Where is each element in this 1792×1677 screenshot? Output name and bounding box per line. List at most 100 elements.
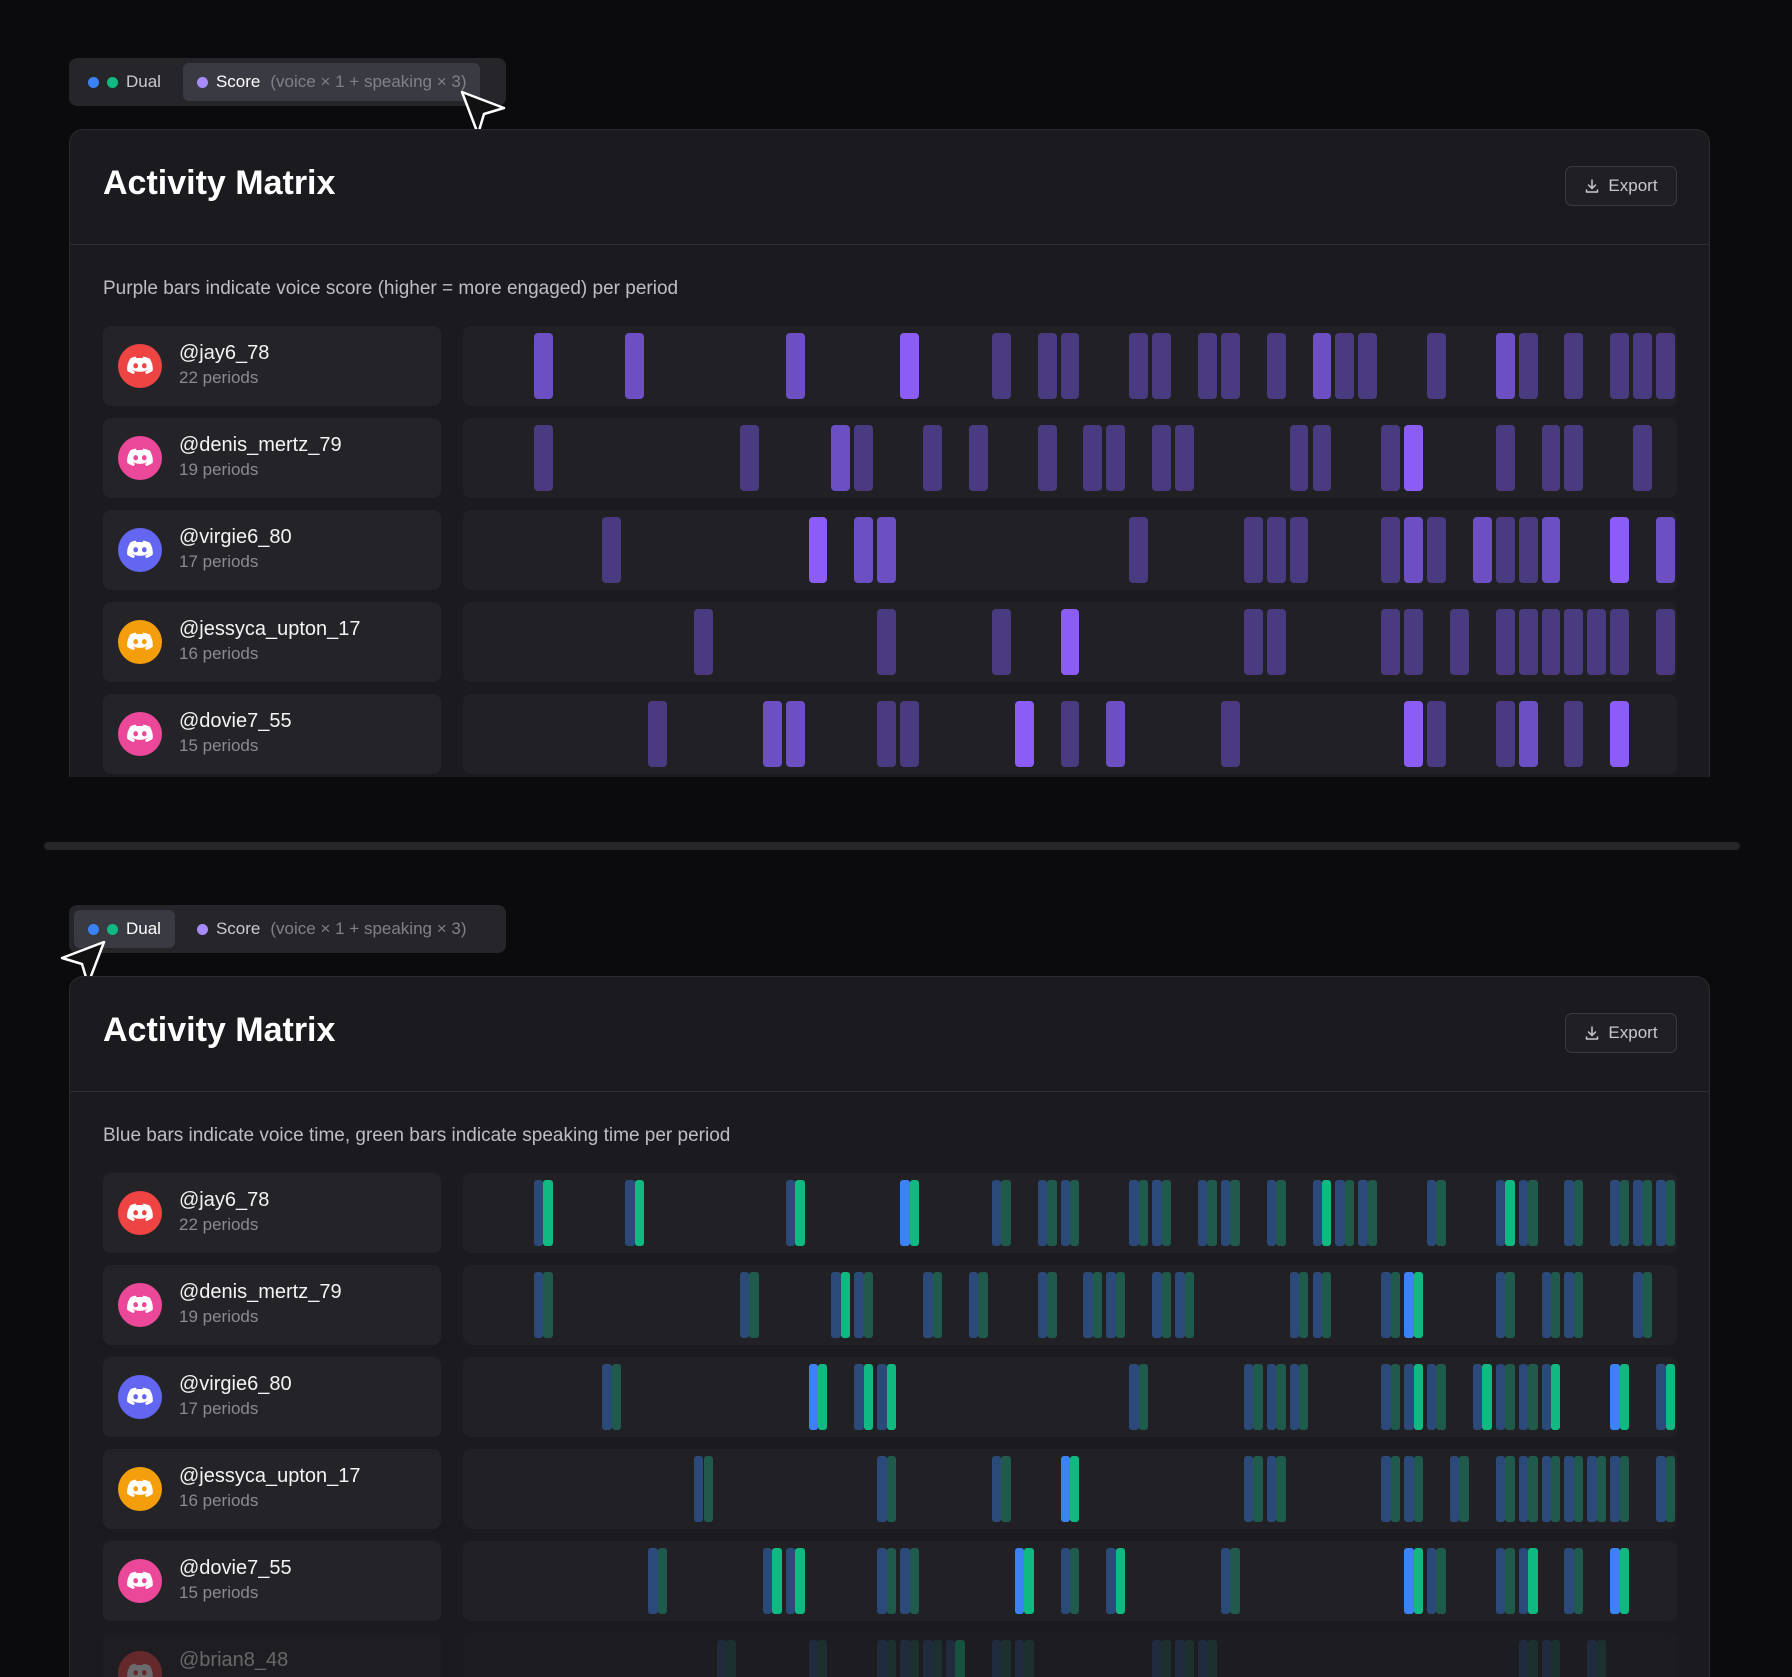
speaking-bar[interactable] [1390,1364,1401,1430]
speaking-bar[interactable] [795,1548,805,1614]
voice-bar[interactable] [1404,1548,1414,1614]
voice-bar[interactable] [1495,1456,1506,1522]
score-bar[interactable] [1541,517,1561,583]
speaking-bar[interactable] [749,1272,759,1338]
speaking-bar[interactable] [1573,1272,1584,1338]
score-bar[interactable] [923,425,942,491]
score-bar[interactable] [1404,517,1424,583]
score-bar[interactable] [1152,333,1172,399]
score-bar[interactable] [1358,333,1378,399]
speaking-bar[interactable] [634,1180,645,1246]
speaking-bar[interactable] [1161,1640,1172,1677]
speaking-bar[interactable] [1276,1456,1286,1522]
speaking-bar[interactable] [840,1272,851,1338]
score-bar[interactable] [1656,333,1675,399]
score-bar[interactable] [1656,609,1675,675]
speaking-bar[interactable] [1551,1640,1561,1677]
score-bar[interactable] [1518,701,1538,767]
speaking-bar[interactable] [1436,1364,1446,1430]
voice-bar[interactable] [1312,1272,1322,1338]
voice-bar[interactable] [1610,1456,1620,1522]
speaking-bar[interactable] [1528,1180,1538,1246]
speaking-bar[interactable] [1619,1456,1630,1522]
score-bar[interactable] [1633,425,1653,491]
speaking-bar[interactable] [1596,1640,1607,1677]
voice-bar[interactable] [1587,1456,1597,1522]
score-bar[interactable] [1060,333,1080,399]
speaking-bar[interactable] [1001,1180,1011,1246]
speaking-bar[interactable] [1230,1548,1240,1614]
speaking-bar[interactable] [1573,1180,1584,1246]
score-bar[interactable] [1427,333,1446,399]
score-bar[interactable] [1564,333,1584,399]
user-cell[interactable]: @dovie7_55 15 periods [103,1541,441,1621]
speaking-bar[interactable] [1344,1180,1355,1246]
speaking-bar[interactable] [1161,1180,1172,1246]
voice-bar[interactable] [1106,1272,1116,1338]
score-bar[interactable] [648,701,668,767]
voice-bar[interactable] [900,1640,910,1677]
voice-bar[interactable] [1152,1180,1162,1246]
speaking-bar[interactable] [1001,1640,1011,1677]
voice-bar[interactable] [1175,1640,1185,1677]
score-bar[interactable] [1472,517,1492,583]
speaking-bar[interactable] [1184,1272,1194,1338]
score-bar[interactable] [625,333,645,399]
score-bar[interactable] [1312,333,1332,399]
speaking-bar[interactable] [932,1640,942,1677]
score-bar[interactable] [831,425,851,491]
voice-bar[interactable] [1427,1548,1437,1614]
voice-bar[interactable] [785,1180,796,1246]
score-bar[interactable] [1129,333,1149,399]
voice-bar[interactable] [923,1640,933,1677]
speaking-bar[interactable] [886,1364,897,1430]
voice-bar[interactable] [1564,1456,1574,1522]
voice-bar[interactable] [1175,1272,1185,1338]
score-bar[interactable] [1106,701,1126,767]
voice-bar[interactable] [1129,1364,1139,1430]
voice-bar[interactable] [1083,1272,1093,1338]
score-bar[interactable] [1610,333,1630,399]
voice-bar[interactable] [1197,1640,1208,1677]
speaking-bar[interactable] [1390,1456,1401,1522]
voice-bar[interactable] [694,1456,704,1522]
score-bar[interactable] [900,333,920,399]
score-mode-tab[interactable]: Score (voice × 1 + speaking × 3) [182,63,481,101]
speaking-bar[interactable] [657,1548,668,1614]
speaking-bar[interactable] [1070,1180,1080,1246]
speaking-bar[interactable] [1047,1180,1057,1246]
voice-bar[interactable] [785,1548,796,1614]
score-bar[interactable] [877,609,897,675]
voice-bar[interactable] [1266,1364,1277,1430]
score-bar[interactable] [854,517,874,583]
voice-bar[interactable] [1518,1180,1529,1246]
score-bar[interactable] [1060,701,1080,767]
score-bar[interactable] [1129,517,1149,583]
speaking-bar[interactable] [1436,1548,1446,1614]
voice-bar[interactable] [1014,1548,1025,1614]
speaking-bar[interactable] [909,1548,920,1614]
dual-mode-tab[interactable]: Dual [74,63,175,101]
score-bar[interactable] [1220,701,1240,767]
voice-bar[interactable] [1656,1364,1666,1430]
voice-bar[interactable] [1472,1364,1483,1430]
score-bar[interactable] [1312,425,1332,491]
speaking-bar[interactable] [1299,1272,1309,1338]
voice-bar[interactable] [1541,1640,1551,1677]
score-bar[interactable] [1518,517,1538,583]
score-bar[interactable] [1495,333,1515,399]
speaking-bar[interactable] [1413,1456,1424,1522]
voice-bar[interactable] [1060,1456,1070,1522]
voice-bar[interactable] [1610,1180,1620,1246]
speaking-bar[interactable] [1184,1640,1194,1677]
speaking-bar[interactable] [863,1272,874,1338]
user-cell[interactable]: @brian8_4814 periods [103,1633,441,1677]
score-bar[interactable] [1289,425,1309,491]
voice-bar[interactable] [1381,1456,1391,1522]
score-bar[interactable] [1243,517,1263,583]
voice-bar[interactable] [831,1272,841,1338]
user-cell[interactable]: @virgie6_80 17 periods [103,1357,441,1437]
voice-bar[interactable] [1404,1364,1414,1430]
speaking-bar[interactable] [1138,1180,1149,1246]
voice-bar[interactable] [1495,1548,1506,1614]
